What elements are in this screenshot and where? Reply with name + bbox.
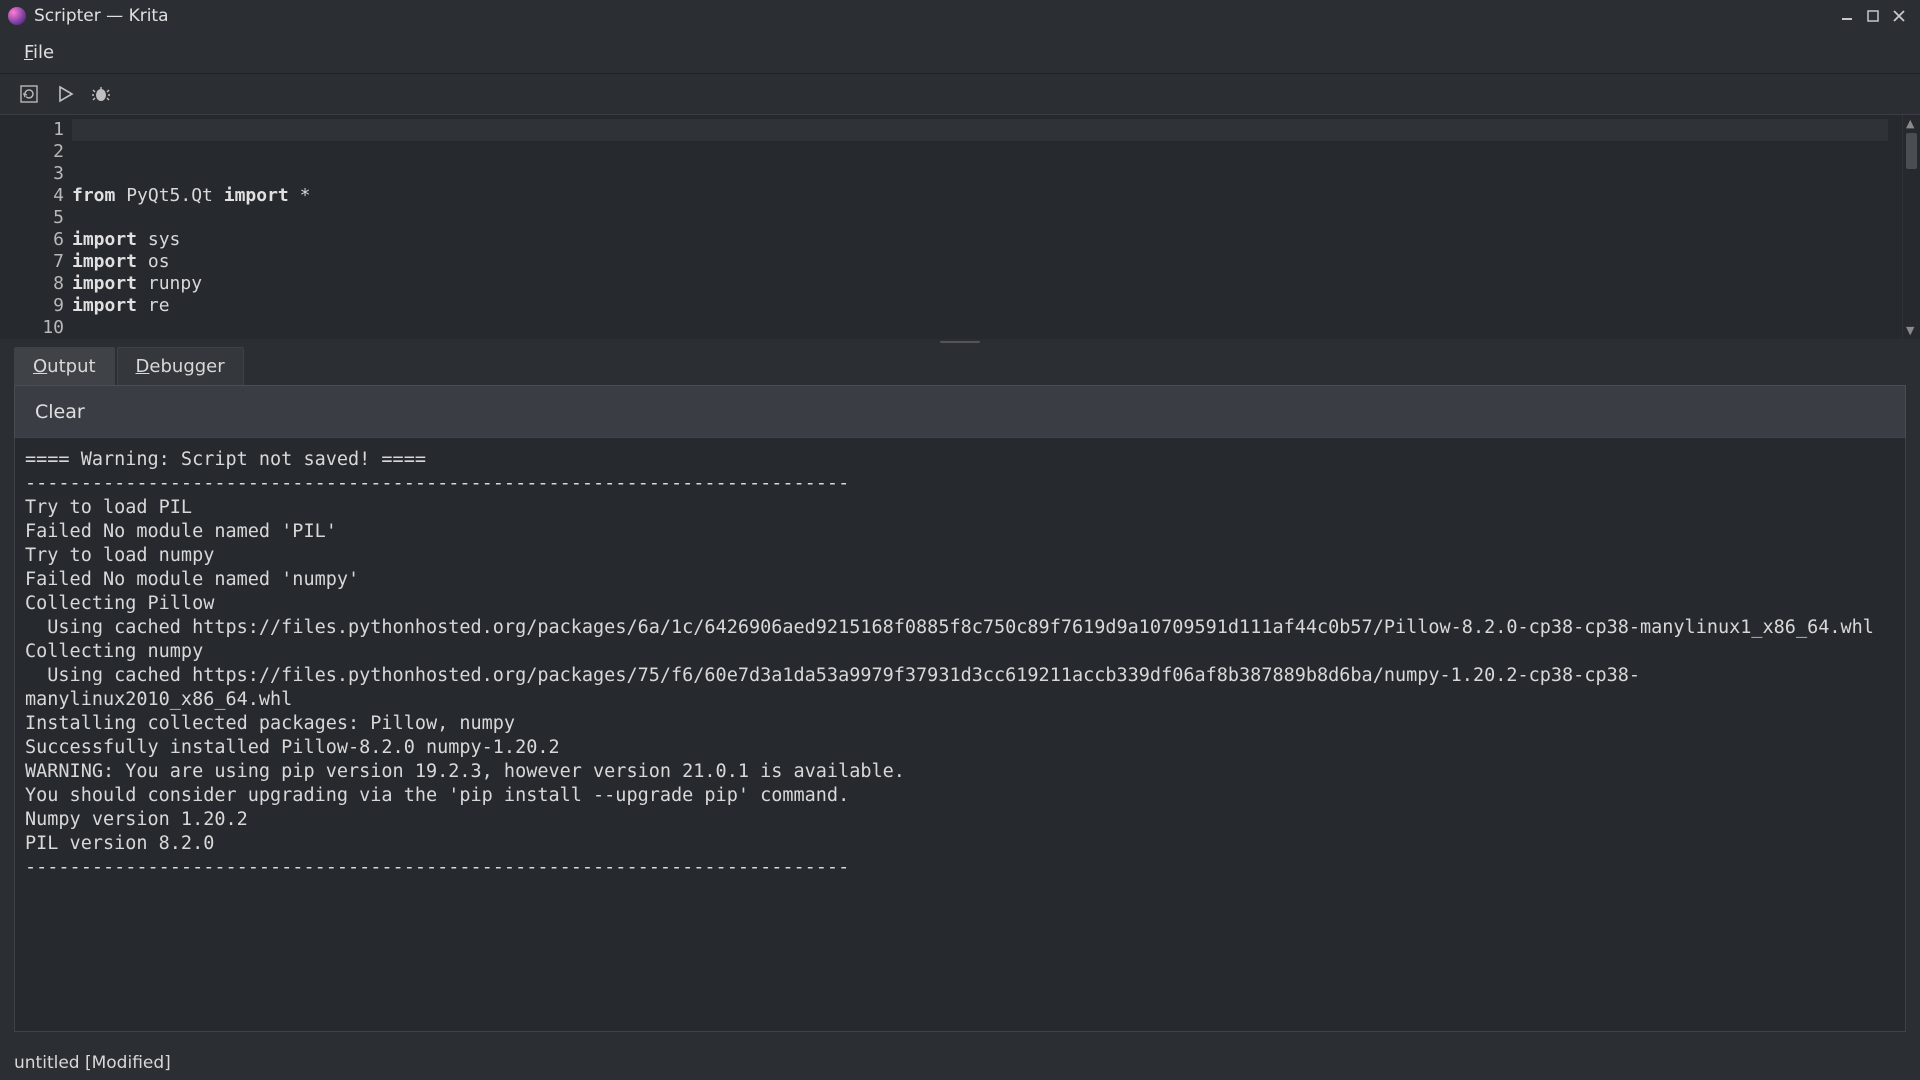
output-tabs: Output Debugger (0, 345, 1920, 385)
scroll-down-icon[interactable]: ▼ (1906, 324, 1914, 337)
debug-button[interactable] (90, 83, 112, 105)
line-number-gutter: 12345678910 (0, 115, 72, 339)
output-panel[interactable]: ==== Warning: Script not saved! ==== ---… (14, 437, 1906, 1032)
code-area[interactable]: from PyQt5.Qt import * import sysimport … (72, 115, 1902, 339)
titlebar: Scripter — Krita (0, 0, 1920, 32)
menu-file-label-rest: ile (33, 42, 54, 63)
output-toolbar: Clear (14, 385, 1906, 437)
app-icon (8, 7, 26, 25)
window-title: Scripter — Krita (34, 6, 169, 26)
current-line-highlight (72, 119, 1888, 141)
tab-output-rest: utput (47, 356, 95, 377)
maximize-button[interactable] (1860, 5, 1886, 27)
statusbar: untitled [Modified] (0, 1046, 1920, 1080)
scroll-up-icon[interactable]: ▲ (1906, 117, 1914, 130)
clear-button[interactable]: Clear (35, 401, 85, 423)
menu-file[interactable]: File (16, 38, 62, 67)
toolbar (0, 74, 1920, 114)
reload-button[interactable] (18, 83, 40, 105)
tab-debugger[interactable]: Debugger (117, 347, 244, 385)
minimize-button[interactable] (1834, 5, 1860, 27)
run-button[interactable] (54, 83, 76, 105)
tab-debugger-rest: ebugger (149, 356, 224, 377)
menubar: File (0, 32, 1920, 74)
scroll-thumb[interactable] (1906, 133, 1917, 169)
close-button[interactable] (1886, 5, 1912, 27)
code-editor[interactable]: 12345678910 from PyQt5.Qt import * impor… (0, 114, 1920, 339)
editor-scrollbar[interactable]: ▲ ▼ (1902, 115, 1920, 339)
status-text: untitled [Modified] (14, 1053, 171, 1073)
tab-output[interactable]: Output (14, 347, 115, 385)
